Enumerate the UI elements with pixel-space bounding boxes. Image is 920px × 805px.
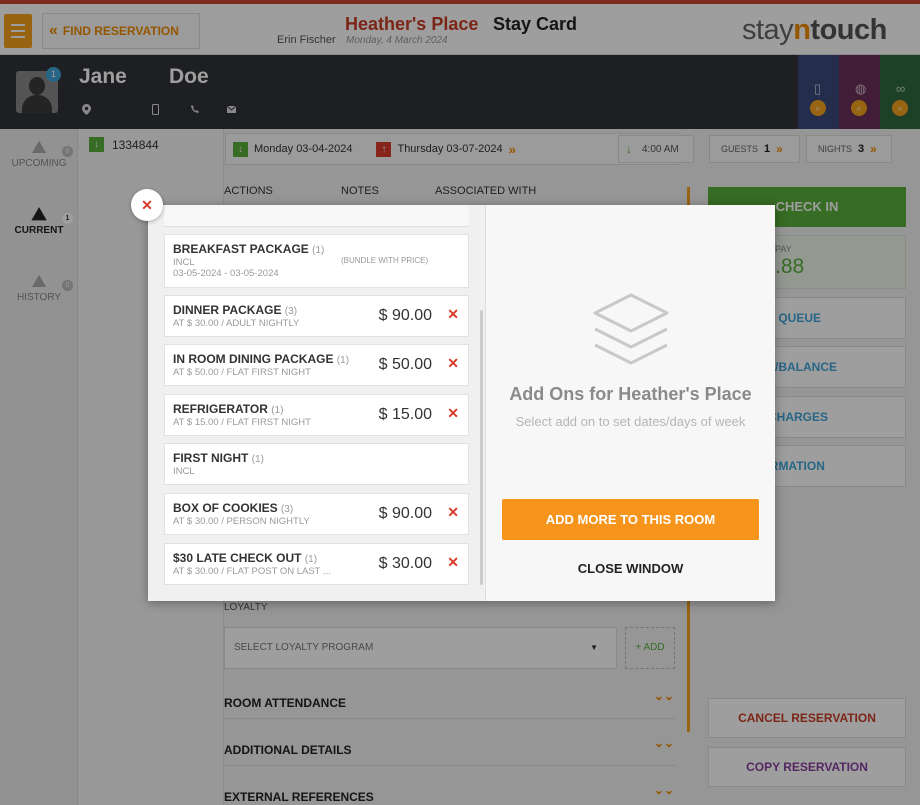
addon-item[interactable]: BOX OF COOKIES (3) AT $ 30.00 / PERSON N… bbox=[164, 493, 469, 535]
addon-dates: 03-05-2024 - 03-05-2024 bbox=[173, 268, 279, 279]
addon-name: FIRST NIGHT (1) bbox=[173, 451, 264, 465]
addon-name: BOX OF COOKIES (3) bbox=[173, 501, 294, 515]
addon-item[interactable]: $30 LATE CHECK OUT (1) AT $ 30.00 / FLAT… bbox=[164, 543, 469, 585]
addon-rate: AT $ 30.00 / PERSON NIGHTLY bbox=[173, 516, 310, 527]
bundle-label: (BUNDLE WITH PRICE) bbox=[341, 256, 429, 265]
remove-icon[interactable]: ✕ bbox=[447, 306, 459, 323]
addons-detail: Add Ons for Heather's Place Select add o… bbox=[486, 205, 775, 601]
addon-item[interactable]: FIRST NIGHT (1) INCL bbox=[164, 443, 469, 485]
addon-name: DINNER PACKAGE (3) bbox=[173, 303, 298, 317]
addon-price: $ 30.00 bbox=[378, 555, 432, 572]
addon-name: $30 LATE CHECK OUT (1) bbox=[173, 551, 318, 565]
addon-item[interactable]: IN ROOM DINING PACKAGE (1) AT $ 50.00 / … bbox=[164, 344, 469, 386]
addon-rate: AT $ 50.00 / FLAT FIRST NIGHT bbox=[173, 367, 311, 378]
close-icon[interactable]: ✕ bbox=[131, 189, 163, 221]
addons-list: BREAKFAST PACKAGE (1) INCL 03-05-2024 - … bbox=[148, 205, 486, 601]
addon-price: $ 50.00 bbox=[378, 356, 432, 373]
addon-price: $ 90.00 bbox=[378, 307, 432, 324]
addons-subtitle: Select add on to set dates/days of week bbox=[515, 414, 746, 429]
addon-rate: INCL bbox=[173, 466, 195, 477]
close-window-button[interactable]: CLOSE WINDOW bbox=[502, 557, 759, 581]
addon-rate: AT $ 30.00 / FLAT POST ON LAST ... bbox=[173, 566, 331, 577]
remove-icon[interactable]: ✕ bbox=[447, 504, 459, 521]
addon-rate: AT $ 30.00 / ADULT NIGHTLY bbox=[173, 318, 300, 329]
addon-name: IN ROOM DINING PACKAGE (1) bbox=[173, 352, 350, 366]
addon-item[interactable]: BREAKFAST PACKAGE (1) INCL 03-05-2024 - … bbox=[164, 234, 469, 288]
addon-name: REFRIGERATOR (1) bbox=[173, 402, 284, 416]
addons-title: Add Ons for Heather's Place bbox=[509, 384, 752, 404]
remove-icon[interactable]: ✕ bbox=[447, 554, 459, 571]
addon-name: BREAKFAST PACKAGE (1) bbox=[173, 242, 325, 256]
addon-rate: AT $ 15.00 / FLAT FIRST NIGHT bbox=[173, 417, 311, 428]
scrollbar[interactable] bbox=[480, 310, 483, 585]
add-more-button[interactable]: ADD MORE TO THIS ROOM bbox=[502, 499, 759, 540]
list-item bbox=[164, 205, 469, 227]
addon-price: $ 15.00 bbox=[378, 406, 432, 423]
remove-icon[interactable]: ✕ bbox=[447, 355, 459, 372]
layers-icon bbox=[593, 293, 669, 365]
remove-icon[interactable]: ✕ bbox=[447, 405, 459, 422]
addon-item[interactable]: DINNER PACKAGE (3) AT $ 30.00 / ADULT NI… bbox=[164, 295, 469, 337]
addon-rate: INCL bbox=[173, 257, 195, 268]
addons-modal: BREAKFAST PACKAGE (1) INCL 03-05-2024 - … bbox=[148, 205, 775, 601]
addon-item[interactable]: REFRIGERATOR (1) AT $ 15.00 / FLAT FIRST… bbox=[164, 394, 469, 436]
addon-price: $ 90.00 bbox=[378, 505, 432, 522]
